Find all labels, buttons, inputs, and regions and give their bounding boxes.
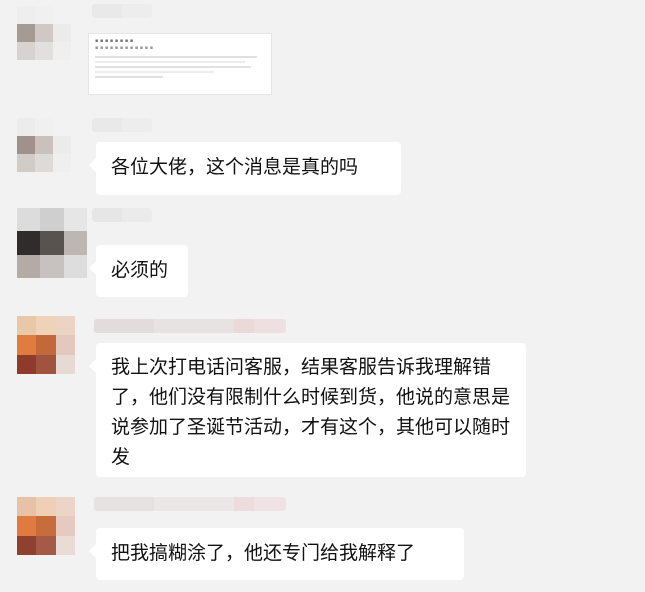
avatar[interactable] <box>17 497 75 555</box>
shared-image-card[interactable]: ▪ ▪ ▪ ▪ ▪ ▪ ▪ ▪ ▪ ▪ ▪ ▪ ▪ ▪ ▪ ▪ ▪ ▪ ▪ ▪ <box>88 33 272 95</box>
message-text: 把我搞糊涂了，他还专门给我解释了 <box>111 542 416 564</box>
sender-name-blurred <box>92 4 152 18</box>
card-text-line <box>95 76 163 78</box>
card-text-line <box>95 61 245 63</box>
sender-name-blurred <box>94 497 286 511</box>
avatar[interactable] <box>17 208 87 278</box>
card-title-line: ▪ ▪ ▪ ▪ ▪ ▪ ▪ ▪ <box>95 38 134 44</box>
card-text-line <box>95 66 252 68</box>
card-text-line <box>95 71 214 73</box>
message-bubble: 把我搞糊涂了，他还专门给我解释了 <box>89 528 464 580</box>
message-text: 各位大佬，这个消息是真的吗 <box>111 156 359 178</box>
message-text: 必须的 <box>111 259 169 281</box>
sender-name-blurred <box>94 319 286 333</box>
message-text: 我上次打电话问客服，结果客服告诉我理解错了，他们没有限制什么时候到货，他说的意思… <box>111 356 511 468</box>
card-subtitle-line: ▪ ▪ ▪ ▪ ▪ ▪ ▪ ▪ ▪ ▪ ▪ ▪ <box>95 45 154 51</box>
message-bubble: 必须的 <box>89 245 188 297</box>
card-text-line <box>95 56 257 58</box>
avatar[interactable] <box>17 6 71 60</box>
sender-name-blurred <box>92 118 152 132</box>
message-bubble: 我上次打电话问客服，结果客服告诉我理解错了，他们没有限制什么时候到货，他说的意思… <box>89 343 526 477</box>
avatar[interactable] <box>17 118 71 172</box>
message-bubble: 各位大佬，这个消息是真的吗 <box>89 142 401 195</box>
sender-name-blurred <box>92 208 152 222</box>
avatar[interactable] <box>17 316 75 374</box>
